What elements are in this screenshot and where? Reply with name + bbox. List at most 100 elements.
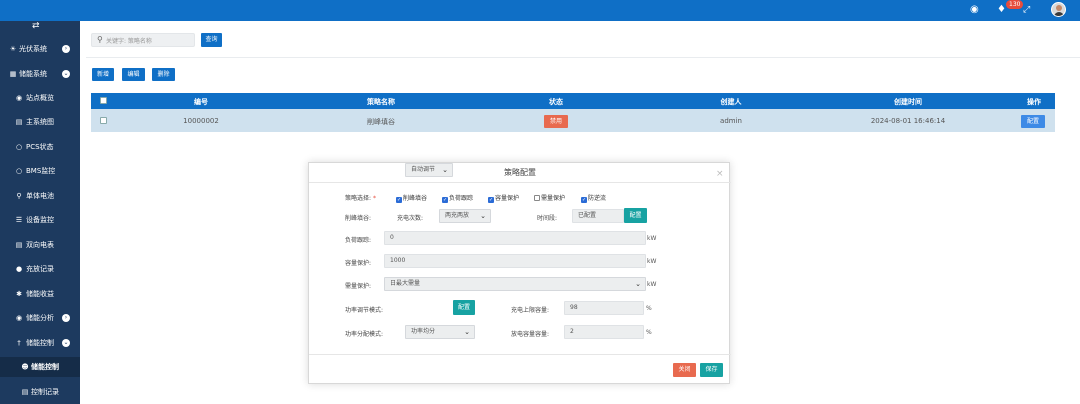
chevron-down-icon: ⌄: [464, 328, 470, 336]
fullscreen-icon[interactable]: ⤢: [1023, 4, 1030, 16]
configure-button[interactable]: 配置: [1021, 115, 1045, 128]
sidebar-item-cell-battery[interactable]: ⚲ 单体电池: [0, 186, 80, 206]
chevron-right-icon: ›: [62, 45, 70, 53]
sidebar-item-storage-control[interactable]: ☻ 储能控制: [0, 357, 80, 377]
search-placeholder: 关键字: 策略名称: [106, 38, 152, 45]
strategy-checkbox-demand[interactable]: 需量保护: [534, 193, 565, 202]
cell-name: 削峰填谷: [367, 118, 395, 126]
search-icon: ⚲: [97, 35, 103, 44]
sidebar-item-storage-analysis[interactable]: ◉ 储能分析 ›: [0, 308, 80, 328]
sidebar-item-bidirectional-meter[interactable]: ▤ 双向电表: [0, 235, 80, 255]
bell-icon[interactable]: ♦: [997, 4, 1006, 16]
sidebar-item-device-monitor[interactable]: ☰ 设备监控: [0, 210, 80, 230]
check-icon: ✓: [581, 197, 587, 203]
charge-count-label: 充电次数:: [397, 215, 424, 222]
strategy-checkbox-anti-reverse[interactable]: ✓ 防逆流: [581, 193, 606, 203]
column-header-name: 策略名称: [367, 98, 395, 106]
alloc-mode-select[interactable]: 功率均分 ⌄: [405, 325, 475, 339]
status-badge[interactable]: 禁用: [544, 115, 568, 128]
table-row[interactable]: 10000002 削峰填谷 admin 2024-08-01 16:46:14: [91, 109, 1055, 132]
dashboard-icon: ◉: [15, 94, 23, 102]
table-icon: ▤: [15, 241, 23, 249]
battery-icon: ▦: [9, 70, 17, 78]
sidebar-item-control-records[interactable]: ▤ 控制记录: [0, 382, 80, 402]
load-field[interactable]: 0: [384, 231, 646, 245]
alloc-mode-label: 功率分配模式:: [345, 331, 384, 338]
sidebar-item-main-diagram[interactable]: ▤ 主系统图: [0, 112, 80, 132]
chevron-right-icon: ›: [62, 314, 70, 322]
check-icon: ✓: [488, 197, 494, 203]
column-header-id: 编号: [194, 98, 208, 106]
close-icon[interactable]: ×: [716, 169, 724, 179]
column-header-created: 创建时间: [894, 98, 922, 106]
sidebar-item-label: 充放记录: [26, 265, 54, 273]
dashboard-icon[interactable]: ◉: [970, 4, 979, 16]
cell-created: 2024-08-01 16:46:14: [870, 117, 946, 125]
close-button[interactable]: 关闭: [673, 363, 696, 377]
dialog-footer-divider: [309, 354, 731, 355]
unit-percent: %: [646, 329, 652, 336]
charge-limit-label: 充电上限容量:: [511, 307, 550, 314]
edit-button[interactable]: 编辑: [122, 68, 145, 81]
collapse-icon[interactable]: ⇄: [32, 21, 40, 31]
chevron-down-icon: ⌄: [635, 280, 641, 288]
peak-label: 削峰填谷:: [345, 215, 372, 222]
period-label: 时间段:: [537, 215, 558, 222]
sidebar-item-bms-monitor[interactable]: ○ BMS监控: [0, 161, 80, 181]
dialog-title: 策略配置: [309, 163, 731, 183]
sidebar-item-label: 光伏系统: [19, 45, 47, 53]
charge-limit-field[interactable]: 98: [564, 301, 644, 315]
sidebar-item-label: 储能控制: [31, 363, 59, 371]
power-mode-label: 功率调节模式:: [345, 307, 384, 314]
save-button[interactable]: 保存: [700, 363, 723, 377]
sidebar-item-storage-revenue[interactable]: ✱ 储能收益: [0, 284, 80, 304]
strategy-checkbox-load[interactable]: ✓ 负荷跟踪: [442, 193, 473, 203]
charge-count-select[interactable]: 两充两放 ⌄: [439, 209, 491, 223]
column-header-creator: 创建人: [720, 98, 742, 106]
row-checkbox[interactable]: [100, 117, 107, 124]
period-config-button[interactable]: 配置: [624, 208, 647, 223]
sidebar-item-label: BMS监控: [26, 167, 56, 175]
sidebar-item-pv-system[interactable]: ☀ 光伏系统 ›: [0, 39, 80, 59]
circle-icon: ○: [15, 143, 23, 151]
sidebar-item-label: 储能分析: [26, 314, 54, 322]
query-button[interactable]: 查询: [201, 33, 222, 47]
sidebar-item-label: 控制记录: [31, 388, 59, 396]
period-field[interactable]: 已配置: [572, 209, 624, 223]
top-bar: ◉ ♦ 130 ⤢: [0, 0, 1080, 21]
sidebar-item-label: PCS状态: [26, 143, 54, 151]
sidebar-item-storage-control-group[interactable]: † 储能控制 ⌄: [0, 333, 80, 353]
strategy-checkbox-peak[interactable]: ✓ 削峰填谷: [396, 193, 427, 203]
discharge-reserve-label: 放电容量容量:: [511, 331, 550, 338]
chevron-down-icon: ⌄: [480, 212, 486, 220]
sidebar-item-label: 站点概览: [26, 94, 54, 102]
add-button[interactable]: 新增: [92, 68, 114, 81]
power-mode-config-button[interactable]: 配置: [453, 300, 475, 315]
select-all-checkbox[interactable]: [100, 97, 107, 104]
search-input[interactable]: ⚲ 关键字: 策略名称: [91, 33, 195, 47]
column-header-status: 状态: [549, 98, 563, 106]
capacity-field[interactable]: 1000: [384, 254, 646, 268]
delete-button[interactable]: 删除: [152, 68, 175, 81]
discharge-reserve-field[interactable]: 2: [564, 325, 644, 339]
sidebar-item-charge-records[interactable]: ● 充放记录: [0, 259, 80, 279]
load-label: 负荷跟踪:: [345, 237, 372, 244]
avatar[interactable]: [1051, 2, 1066, 17]
sidebar-item-site-overview[interactable]: ◉ 站点概览: [0, 88, 80, 108]
strategy-config-dialog: 策略配置 × 策略选择: * ✓ 削峰填谷 ✓ 负荷跟踪 ✓ 容量保护 需量保护 ✓ 防…: [308, 162, 731, 384]
sidebar-item-pcs-status[interactable]: ○ PCS状态: [0, 137, 80, 157]
grid-icon: ▤: [15, 118, 23, 126]
required-mark: *: [372, 195, 376, 202]
power-mode-select[interactable]: 自动调节 ⌄: [405, 163, 453, 177]
unit-kw: kW: [647, 235, 657, 242]
table-icon: ▤: [21, 388, 29, 396]
table-header: 编号 策略名称 状态 创建人 创建时间 操作: [91, 93, 1055, 109]
sun-icon: ☀: [9, 45, 17, 53]
pin-icon: †: [17, 339, 21, 347]
strategy-checkbox-capacity[interactable]: ✓ 容量保护: [488, 193, 519, 203]
demand-select[interactable]: 日最大需量 ⌄: [384, 277, 646, 291]
unit-kw: kW: [647, 258, 657, 265]
dot-icon: ●: [15, 265, 23, 273]
sidebar-item-label: 设备监控: [26, 216, 54, 224]
sidebar-item-storage-system[interactable]: ▦ 储能系统 ⌄: [0, 64, 80, 84]
